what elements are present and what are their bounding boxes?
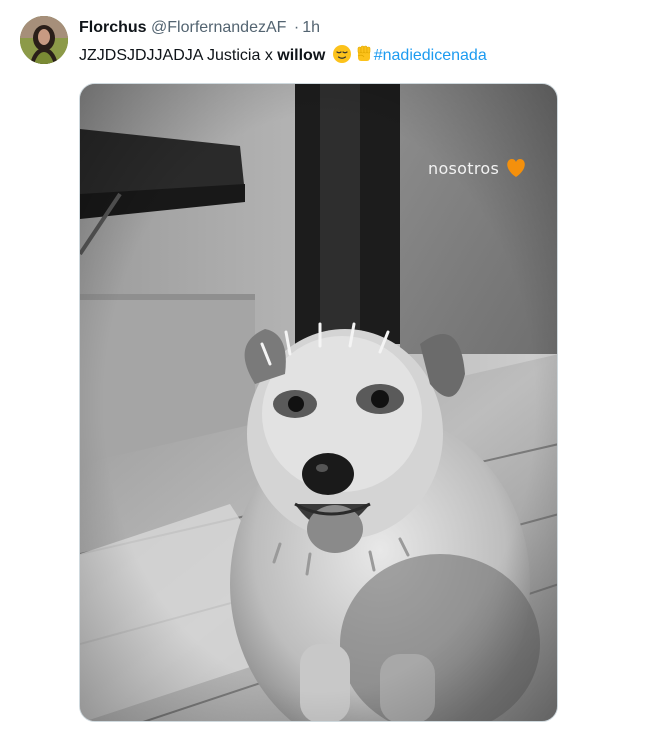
timestamp[interactable]: 1h <box>302 19 320 36</box>
hashtag-link[interactable]: #nadiedicenada <box>374 47 487 64</box>
tweet-media-image[interactable]: nosotros <box>79 83 558 722</box>
dog-photo <box>80 84 557 721</box>
separator-dot: · <box>293 19 300 36</box>
story-caption: nosotros <box>428 158 527 178</box>
display-name[interactable]: Florchus <box>79 19 147 36</box>
tweet[interactable]: Florchus @FlorfernandezAF · 1h JZJDSJDJJA… <box>0 0 656 729</box>
user-handle[interactable]: @FlorfernandezAF <box>151 19 286 36</box>
user-avatar[interactable] <box>20 16 68 64</box>
tweet-text: JZJDSJDJJADJA Justicia x willow #nadiedi… <box>79 44 487 66</box>
tweet-header: Florchus @FlorfernandezAF · 1h <box>79 17 320 39</box>
tweet-text-prefix: JZJDSJDJJADJA Justicia x <box>79 47 278 64</box>
relieved-face-icon <box>332 44 352 64</box>
story-caption-text: nosotros <box>428 159 500 178</box>
tweet-text-bold: willow <box>277 47 326 64</box>
raised-fist-icon <box>354 44 374 64</box>
orange-heart-icon <box>505 158 527 178</box>
